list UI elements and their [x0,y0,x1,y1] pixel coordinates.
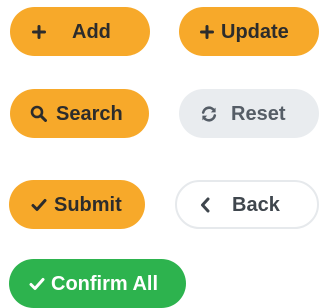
chevron-left-icon [200,197,210,213]
back-button-label: Back [232,193,280,216]
button-showcase: Add Update Search Reset Submit Back Conf… [0,0,319,308]
check-icon [29,277,45,291]
add-button[interactable]: Add [10,7,150,56]
update-button[interactable]: Update [179,7,319,56]
search-button[interactable]: Search [10,89,149,138]
check-icon [31,198,47,212]
confirm-all-button[interactable]: Confirm All [9,259,186,308]
update-button-label: Update [221,20,289,43]
plus-icon [200,24,214,39]
add-button-label: Add [72,20,111,43]
reset-button[interactable]: Reset [179,89,319,138]
search-button-label: Search [56,102,123,125]
submit-button-label: Submit [54,193,122,216]
reset-button-label: Reset [231,102,286,125]
plus-icon [32,24,46,39]
confirm-all-button-label: Confirm All [51,272,159,295]
refresh-icon [200,105,218,123]
submit-button[interactable]: Submit [9,180,145,229]
back-button[interactable]: Back [175,180,319,229]
search-icon [30,105,47,122]
